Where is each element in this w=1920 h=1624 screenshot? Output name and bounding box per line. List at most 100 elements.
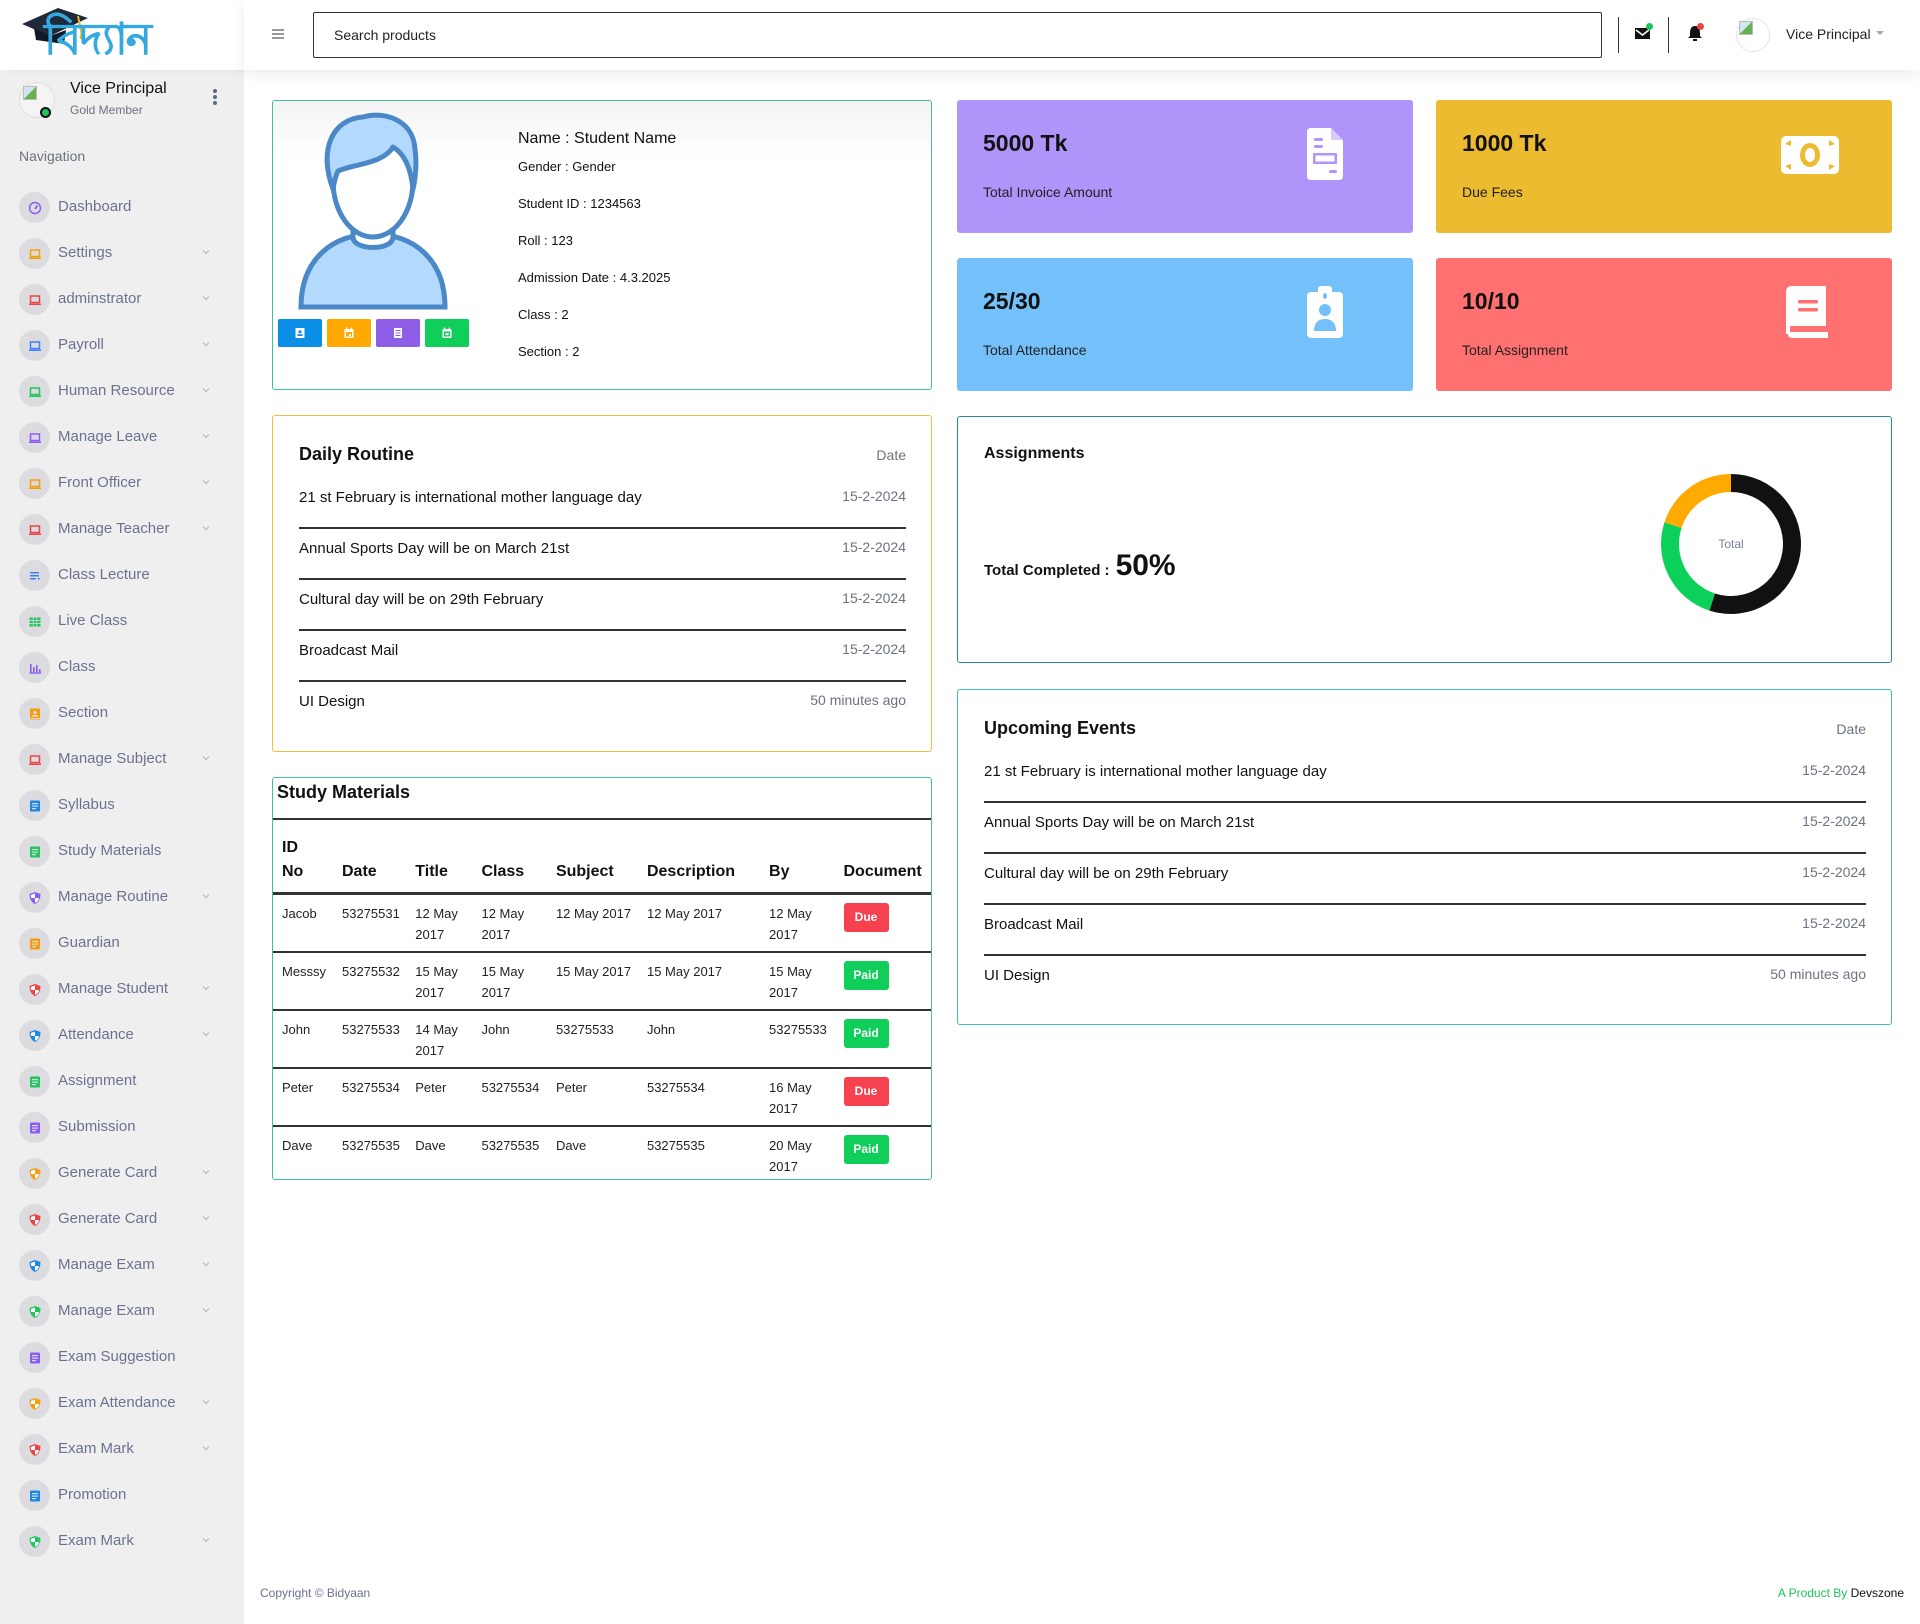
chevron-down-icon[interactable]	[200, 1258, 212, 1270]
chevron-down-icon[interactable]	[200, 1212, 212, 1224]
notifications-button[interactable]	[1686, 22, 1708, 44]
column-header: Subject	[546, 818, 638, 895]
stat-card-total-invoice-amount[interactable]: 5000 Tk Total Invoice Amount	[957, 100, 1413, 233]
sidebar-item-generate-card[interactable]: Generate Card	[0, 1198, 244, 1244]
sidebar-item-syllabus[interactable]: Syllabus	[0, 784, 244, 830]
chevron-down-icon[interactable]	[200, 522, 212, 534]
sidebar-item-class-lecture[interactable]: Class Lecture	[0, 554, 244, 600]
status-badge-paid[interactable]: Paid	[843, 1135, 889, 1164]
calendar-check-button[interactable]	[425, 319, 469, 347]
donut-slice-2[interactable]	[1661, 522, 1715, 611]
sidebar-item-promotion[interactable]: Promotion	[0, 1474, 244, 1520]
caret-down-icon[interactable]	[1876, 31, 1884, 35]
list-item[interactable]: Broadcast Mail 15-2-2024	[984, 905, 1866, 956]
sidebar-item-guardian[interactable]: Guardian	[0, 922, 244, 968]
sidebar-item-adminstrator[interactable]: adminstrator	[0, 278, 244, 324]
sidebar-item-exam-mark[interactable]: Exam Mark	[0, 1520, 244, 1566]
sidebar-item-assignment[interactable]: Assignment	[0, 1060, 244, 1106]
status-badge-due[interactable]: Due	[843, 903, 889, 932]
chevron-down-icon[interactable]	[200, 1396, 212, 1408]
sidebar-item-exam-mark[interactable]: Exam Mark	[0, 1428, 244, 1474]
sidebar-item-manage-exam[interactable]: Manage Exam	[0, 1290, 244, 1336]
id-card-button[interactable]	[278, 319, 322, 347]
stat-card-total-attendance[interactable]: 25/30 Total Attendance	[957, 258, 1413, 391]
table-cell: 15 May 2017	[637, 952, 761, 1011]
sidebar-item-manage-leave[interactable]: Manage Leave	[0, 416, 244, 462]
list-item[interactable]: UI Design 50 minutes ago	[984, 956, 1866, 1007]
search-input[interactable]	[313, 12, 1602, 58]
company-link[interactable]: Devszone	[1851, 1586, 1904, 1600]
sidebar-item-payroll[interactable]: Payroll	[0, 324, 244, 370]
chevron-down-icon[interactable]	[200, 476, 212, 488]
status-badge-due[interactable]: Due	[843, 1077, 889, 1106]
item-text: 21 st February is international mother l…	[984, 763, 1327, 780]
item-text: Annual Sports Day will be on March 21st	[299, 540, 570, 557]
table-cell: 12 May 2017	[546, 893, 638, 953]
sidebar-item-attendance[interactable]: Attendance	[0, 1014, 244, 1060]
table-cell: John	[273, 1010, 333, 1069]
sidebar-item-manage-subject[interactable]: Manage Subject	[0, 738, 244, 784]
column-header: Document	[834, 818, 931, 895]
status-badge-paid[interactable]: Paid	[843, 1019, 889, 1048]
list-item[interactable]: Cultural day will be on 29th February 15-…	[299, 580, 906, 631]
chevron-down-icon[interactable]	[200, 246, 212, 258]
sidebar-item-manage-teacher[interactable]: Manage Teacher	[0, 508, 244, 554]
chevron-down-icon[interactable]	[200, 384, 212, 396]
chevron-down-icon[interactable]	[200, 890, 212, 902]
sidebar-item-label: Exam Mark	[58, 1532, 134, 1549]
sidebar-item-dashboard[interactable]: Dashboard	[0, 186, 244, 232]
stat-card-total-assignment[interactable]: 10/10 Total Assignment	[1436, 258, 1892, 391]
more-options-icon[interactable]	[210, 88, 220, 108]
chevron-down-icon[interactable]	[200, 338, 212, 350]
sidebar-item-generate-card[interactable]: Generate Card	[0, 1152, 244, 1198]
list-item[interactable]: 21 st February is international mother l…	[299, 478, 906, 529]
mail-button[interactable]	[1634, 22, 1656, 44]
chevron-down-icon[interactable]	[200, 1028, 212, 1040]
sidebar-item-exam-suggestion[interactable]: Exam Suggestion	[0, 1336, 244, 1382]
table-cell: 15 May 2017	[546, 952, 638, 1011]
sidebar-item-manage-exam[interactable]: Manage Exam	[0, 1244, 244, 1290]
chevron-down-icon[interactable]	[200, 1534, 212, 1546]
stat-label: Due Fees	[1462, 184, 1523, 200]
calendar-button[interactable]	[327, 319, 371, 347]
shield-icon	[19, 1158, 50, 1189]
notes-button[interactable]	[376, 319, 420, 347]
list-item[interactable]: UI Design 50 minutes ago	[299, 682, 906, 733]
sidebar-item-front-officer[interactable]: Front Officer	[0, 462, 244, 508]
chevron-down-icon[interactable]	[200, 752, 212, 764]
list-item[interactable]: 21 st February is international mother l…	[984, 752, 1866, 803]
chevron-down-icon[interactable]	[200, 1304, 212, 1316]
sidebar-item-class[interactable]: Class	[0, 646, 244, 692]
user-avatar[interactable]	[1736, 18, 1770, 52]
chevron-down-icon[interactable]	[200, 292, 212, 304]
chevron-down-icon[interactable]	[200, 1166, 212, 1178]
user-menu[interactable]: Vice Principal	[1786, 26, 1871, 42]
laptop-icon	[19, 238, 50, 269]
chevron-down-icon[interactable]	[200, 1442, 212, 1454]
table-cell: 20 May 2017	[769, 1138, 812, 1174]
sidebar-item-live-class[interactable]: Live Class	[0, 600, 244, 646]
menu-toggle-icon[interactable]	[272, 29, 284, 41]
sidebar-item-manage-routine[interactable]: Manage Routine	[0, 876, 244, 922]
sidebar-item-manage-student[interactable]: Manage Student	[0, 968, 244, 1014]
logo[interactable]: বিদ্যান	[0, 0, 244, 70]
chevron-down-icon[interactable]	[200, 430, 212, 442]
list-item[interactable]: Cultural day will be on 29th February 15-…	[984, 854, 1866, 905]
item-text: Cultural day will be on 29th February	[299, 591, 544, 608]
sidebar-item-submission[interactable]: Submission	[0, 1106, 244, 1152]
donut-slice-3[interactable]	[1664, 474, 1731, 528]
list-item[interactable]: Broadcast Mail 15-2-2024	[299, 631, 906, 682]
sidebar-item-section[interactable]: Section	[0, 692, 244, 738]
list-item[interactable]: Annual Sports Day will be on March 21st 1…	[984, 803, 1866, 854]
stat-card-due-fees[interactable]: 1000 Tk Due Fees	[1436, 100, 1892, 233]
sidebar-item-exam-attendance[interactable]: Exam Attendance	[0, 1382, 244, 1428]
sidebar-item-study-materials[interactable]: Study Materials	[0, 830, 244, 876]
id-badge-icon	[1305, 286, 1345, 343]
list-item[interactable]: Annual Sports Day will be on March 21st 1…	[299, 529, 906, 580]
student-class: Class : 2	[518, 307, 569, 322]
status-badge-paid[interactable]: Paid	[843, 961, 889, 990]
sidebar-item-settings[interactable]: Settings	[0, 232, 244, 278]
chevron-down-icon[interactable]	[200, 982, 212, 994]
sidebar-item-human-resource[interactable]: Human Resource	[0, 370, 244, 416]
table-cell: Paid	[834, 1010, 931, 1069]
